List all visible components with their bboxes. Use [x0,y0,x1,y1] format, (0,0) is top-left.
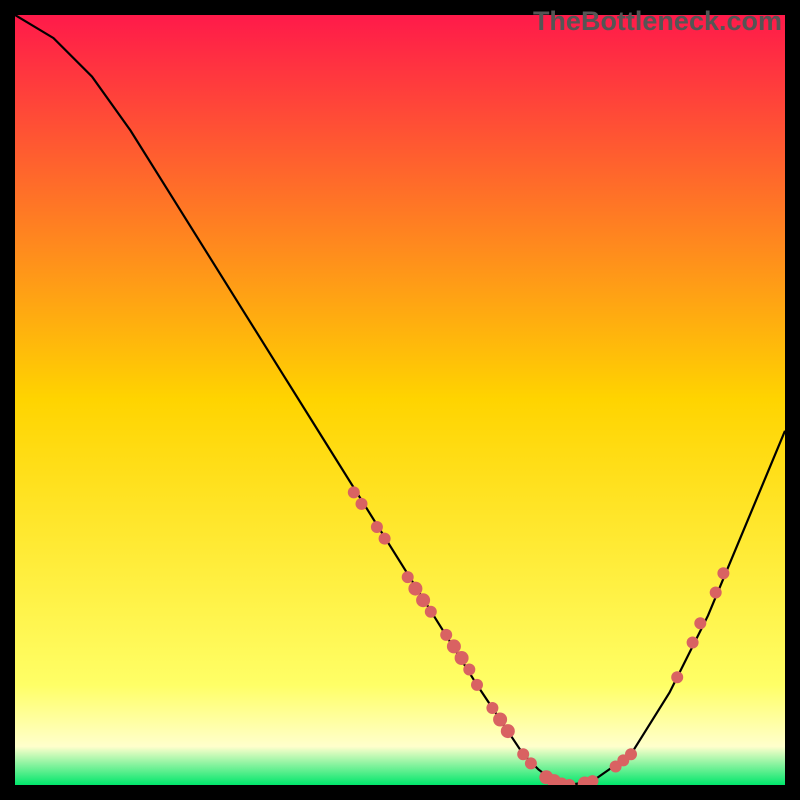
data-point [463,664,475,676]
data-point [501,724,515,738]
data-point [493,713,507,727]
chart-svg [15,15,785,785]
data-point [671,671,683,683]
data-point [356,498,368,510]
data-point [425,606,437,618]
chart-area [15,15,785,785]
data-point [517,748,529,760]
data-point [694,617,706,629]
data-point [447,639,461,653]
watermark-text: TheBottleneck.com [533,6,782,37]
data-point [486,702,498,714]
data-point [348,486,360,498]
data-point [710,587,722,599]
data-point [440,629,452,641]
data-point [471,679,483,691]
data-point [525,757,537,769]
data-point [687,637,699,649]
data-point [625,748,637,760]
data-point [416,593,430,607]
data-point [717,567,729,579]
data-point [379,533,391,545]
data-point [408,582,422,596]
data-point [402,571,414,583]
data-point [371,521,383,533]
data-point [455,651,469,665]
